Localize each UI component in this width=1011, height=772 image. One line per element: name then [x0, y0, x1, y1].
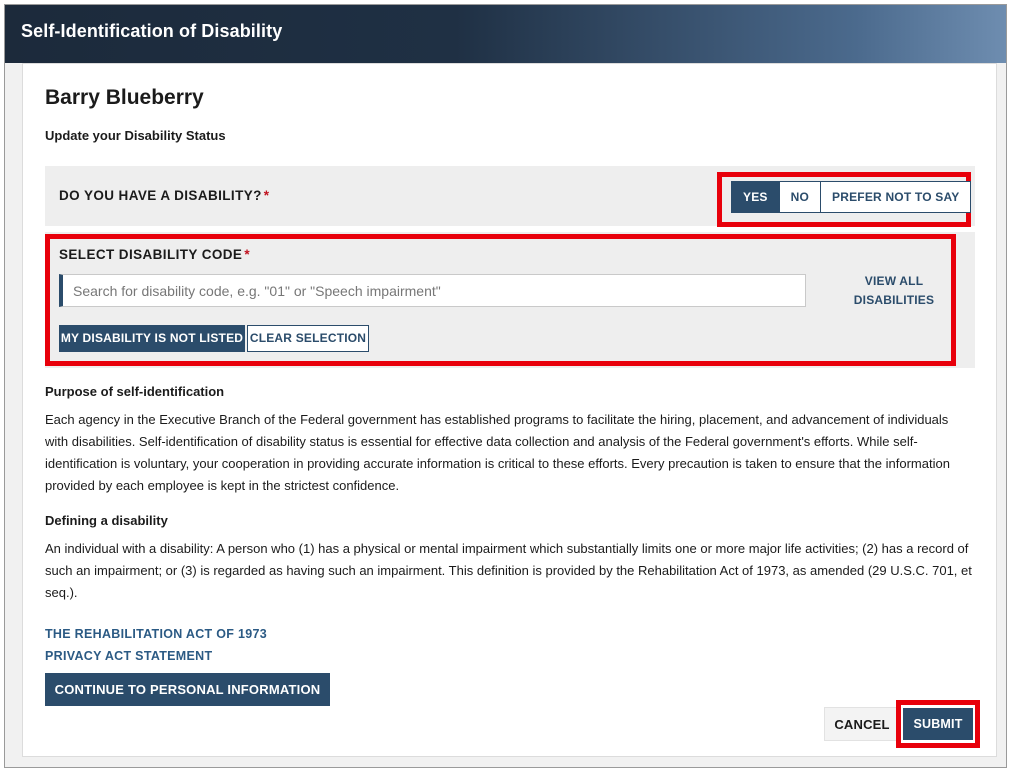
submit-button[interactable]: SUBMIT — [903, 708, 973, 740]
dialog-header: Self-Identification of Disability — [5, 5, 1006, 63]
definition-text: An individual with a disability: A perso… — [45, 541, 972, 600]
answer-no-button[interactable]: NO — [778, 182, 822, 212]
disability-code-search-input[interactable] — [59, 274, 806, 307]
disability-not-listed-button[interactable]: MY DISABILITY IS NOT LISTED — [59, 325, 245, 352]
clear-selection-button[interactable]: CLEAR SELECTION — [247, 325, 369, 352]
purpose-heading: Purpose of self-identification — [45, 384, 225, 399]
continue-to-personal-information-button[interactable]: CONTINUE TO PERSONAL INFORMATION — [45, 673, 330, 706]
view-all-line-2: DISABILITIES — [853, 293, 935, 307]
answer-prefer-not-to-say-button[interactable]: PREFER NOT TO SAY — [821, 182, 970, 212]
view-all-line-1: VIEW ALL — [864, 274, 924, 288]
form-subtitle: Update your Disability Status — [45, 128, 226, 143]
cancel-button[interactable]: CANCEL — [824, 707, 900, 741]
disability-question-label: DO YOU HAVE A DISABILITY? * — [59, 188, 270, 203]
answer-yes-button[interactable]: YES — [732, 182, 779, 212]
definition-heading: Defining a disability — [45, 513, 168, 528]
purpose-text: Each agency in the Executive Branch of t… — [45, 412, 950, 493]
view-all-disabilities-link[interactable]: VIEW ALL DISABILITIES — [845, 272, 943, 310]
dialog-frame: Self-Identification of Disability Barry … — [4, 4, 1007, 768]
required-marker: * — [263, 188, 270, 203]
employee-name: Barry Blueberry — [45, 86, 204, 109]
rehabilitation-act-link[interactable]: THE REHABILITATION ACT OF 1973 — [45, 627, 267, 641]
required-marker: * — [244, 247, 250, 262]
disability-answer-toggle: YES NO PREFER NOT TO SAY — [731, 181, 972, 213]
privacy-act-link[interactable]: PRIVACY ACT STATEMENT — [45, 649, 212, 663]
form-card: Barry Blueberry Update your Disability S… — [22, 63, 997, 757]
dialog-title: Self-Identification of Disability — [21, 21, 283, 41]
disability-code-label: SELECT DISABILITY CODE * — [59, 247, 250, 262]
